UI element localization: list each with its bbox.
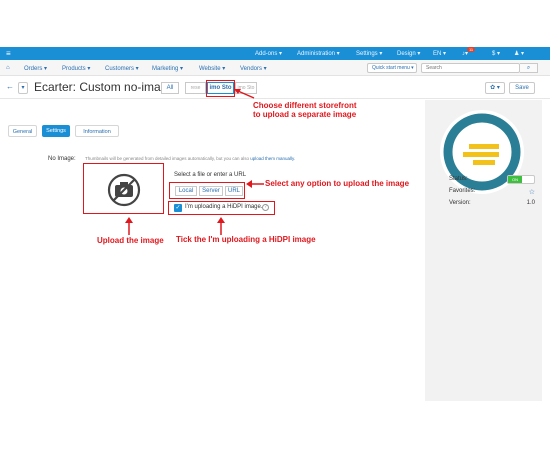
search-icon[interactable]: ⌕ — [520, 63, 538, 73]
annotation-select-option: Select any option to upload the image — [265, 179, 410, 188]
hamburger-icon[interactable]: ≡ — [6, 49, 11, 58]
nav-vendors[interactable]: Vendors ▾ — [240, 65, 267, 72]
annotation-box-storefront — [206, 80, 235, 97]
hidpi-checkbox[interactable]: ✓ — [174, 204, 182, 212]
version-row: Version: 1.0 — [449, 200, 535, 206]
question-icon[interactable]: ? — [262, 204, 269, 211]
upload-server-button[interactable]: Server — [199, 186, 223, 196]
upload-source-options: Local Server URL — [169, 182, 245, 199]
upload-local-button[interactable]: Local — [175, 186, 197, 196]
thumbnail-hint: Thumbnails will be generated from detail… — [85, 156, 296, 161]
tab-general[interactable]: General — [8, 125, 37, 137]
page-header: ← ▾ Ecarter: Custom no-image All rese im… — [0, 77, 550, 99]
home-icon[interactable]: ⌂ — [6, 65, 10, 71]
status-row: Status: ON — [449, 175, 535, 184]
version-label: Version: — [449, 200, 471, 206]
version-value: 1.0 — [526, 200, 535, 206]
object-dropdown-button[interactable]: ▾ — [18, 82, 28, 94]
annotation-arrow-options — [246, 180, 264, 188]
main-navigation: ⌂ Orders ▾ Products ▾ Customers ▾ Market… — [0, 60, 550, 76]
design-menu[interactable]: Design ▾ — [397, 50, 420, 57]
annotation-arrow-hidpi — [217, 217, 225, 235]
status-toggle[interactable]: ON — [507, 175, 535, 184]
nav-website[interactable]: Website ▾ — [199, 65, 225, 72]
addon-sidebar: Status: ON Favorites: ☆ Version: 1.0 — [425, 100, 542, 401]
settings-gear-button[interactable]: ✿ ▾ — [485, 82, 505, 94]
no-camera-icon — [107, 173, 141, 207]
nav-marketing[interactable]: Marketing ▾ — [152, 65, 183, 72]
annotation-arrow-upload — [125, 217, 133, 235]
notification-badge: 11 — [467, 47, 476, 52]
nav-customers[interactable]: Customers ▾ — [105, 65, 139, 72]
status-label: Status: — [449, 176, 468, 182]
status-on-indicator: ON — [508, 176, 522, 183]
notifications-bell-icon[interactable]: ♪▾ 11 — [462, 47, 476, 57]
storefront-tab-prev[interactable]: rese — [185, 82, 206, 94]
hidpi-label: I'm uploading a HiDPI image. — [185, 204, 263, 210]
back-arrow-icon[interactable]: ← — [5, 82, 15, 94]
nav-products[interactable]: Products ▾ — [62, 65, 90, 72]
favorites-row: Favorites: ☆ — [449, 188, 535, 196]
upload-manually-link[interactable]: upload them manually. — [250, 156, 295, 161]
admin-top-bar: ≡ Add-ons ▾ Administration ▾ Settings ▾ … — [0, 47, 550, 60]
image-preview-box[interactable] — [83, 163, 164, 214]
search-input[interactable] — [421, 63, 520, 73]
tab-settings[interactable]: Settings — [42, 125, 70, 137]
annotation-tick-hidpi: Tick the I'm uploading a HiDPI image — [176, 235, 316, 244]
favorite-star-icon[interactable]: ☆ — [529, 188, 535, 196]
language-menu[interactable]: EN ▾ — [433, 50, 446, 57]
user-icon[interactable]: ♟ ▾ — [514, 50, 524, 57]
page-title: Ecarter: Custom no-image — [34, 80, 175, 94]
addons-menu[interactable]: Add-ons ▾ — [255, 50, 282, 57]
upload-url-button[interactable]: URL — [225, 186, 243, 196]
currency-menu[interactable]: $ ▾ — [492, 50, 500, 57]
administration-menu[interactable]: Administration ▾ — [297, 50, 340, 57]
hidpi-row: ✓ I'm uploading a HiDPI image. ? — [168, 201, 275, 215]
annotation-storefront-line2: to upload a separate image — [253, 110, 357, 119]
no-image-label: No Image: — [48, 156, 76, 162]
annotation-arrow-storefront — [234, 89, 255, 99]
tab-information[interactable]: Information — [75, 125, 119, 137]
save-button[interactable]: Save — [509, 82, 535, 94]
select-file-text: Select a file or enter a URL — [174, 172, 247, 178]
annotation-upload-image: Upload the image — [97, 236, 164, 245]
favorites-label: Favorites: — [449, 188, 476, 194]
nav-orders[interactable]: Orders ▾ — [24, 65, 47, 72]
quick-start-menu[interactable]: Quick start menu ▾ — [367, 63, 417, 73]
settings-menu[interactable]: Settings ▾ — [356, 50, 382, 57]
storefront-all-button[interactable]: All — [161, 82, 179, 94]
